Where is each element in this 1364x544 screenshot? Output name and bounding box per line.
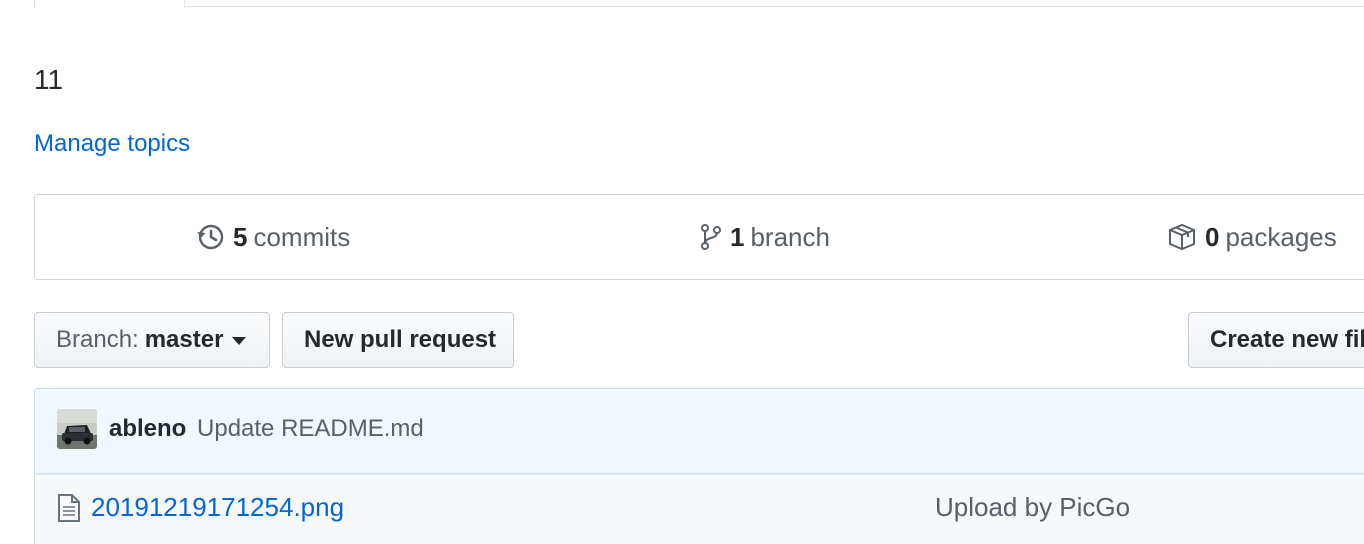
repo-description: 11 [34, 64, 64, 95]
file-row: 20191219171254.png Upload by PicGo [34, 474, 1364, 544]
manage-topics-link[interactable]: Manage topics [34, 128, 190, 160]
create-new-file-button[interactable]: Create new fil [1188, 312, 1364, 368]
commits-label: commits [253, 221, 351, 252]
new-pull-request-button[interactable]: New pull request [282, 312, 514, 368]
commits-count: 5 [233, 221, 248, 252]
latest-commit-bar: ableno Update README.md [34, 388, 1364, 474]
tabs-divider [185, 6, 1364, 7]
file-commit-message-link[interactable]: Upload by PicGo [935, 489, 1130, 525]
packages-link[interactable]: 0 packages [1167, 195, 1337, 279]
package-icon [1167, 223, 1197, 251]
branches-count: 1 [730, 221, 745, 252]
branches-label: branch [750, 221, 830, 252]
branch-select-button[interactable]: Branch: master [34, 312, 270, 368]
commits-link[interactable]: 5 commits [197, 195, 350, 279]
packages-count: 0 [1205, 221, 1220, 252]
file-icon [57, 493, 81, 528]
tab-code-selected[interactable] [34, 0, 185, 8]
branch-prefix: Branch: [56, 326, 139, 353]
repo-nav-tabs [0, 0, 1364, 8]
commit-message[interactable]: Update README.md [197, 415, 424, 442]
history-icon [197, 223, 225, 251]
commit-summary: ableno Update README.md [109, 411, 424, 447]
branch-name: master [144, 326, 224, 353]
branches-link[interactable]: 1 branch [700, 195, 830, 279]
git-branch-icon [700, 223, 722, 251]
caret-down-icon [232, 337, 247, 345]
avatar[interactable] [57, 409, 97, 449]
file-name-link[interactable]: 20191219171254.png [91, 489, 344, 525]
packages-label: packages [1225, 221, 1337, 252]
commit-author[interactable]: ableno [109, 415, 186, 442]
numbers-summary: 5 commits 1 branch 0 packages [34, 194, 1364, 280]
